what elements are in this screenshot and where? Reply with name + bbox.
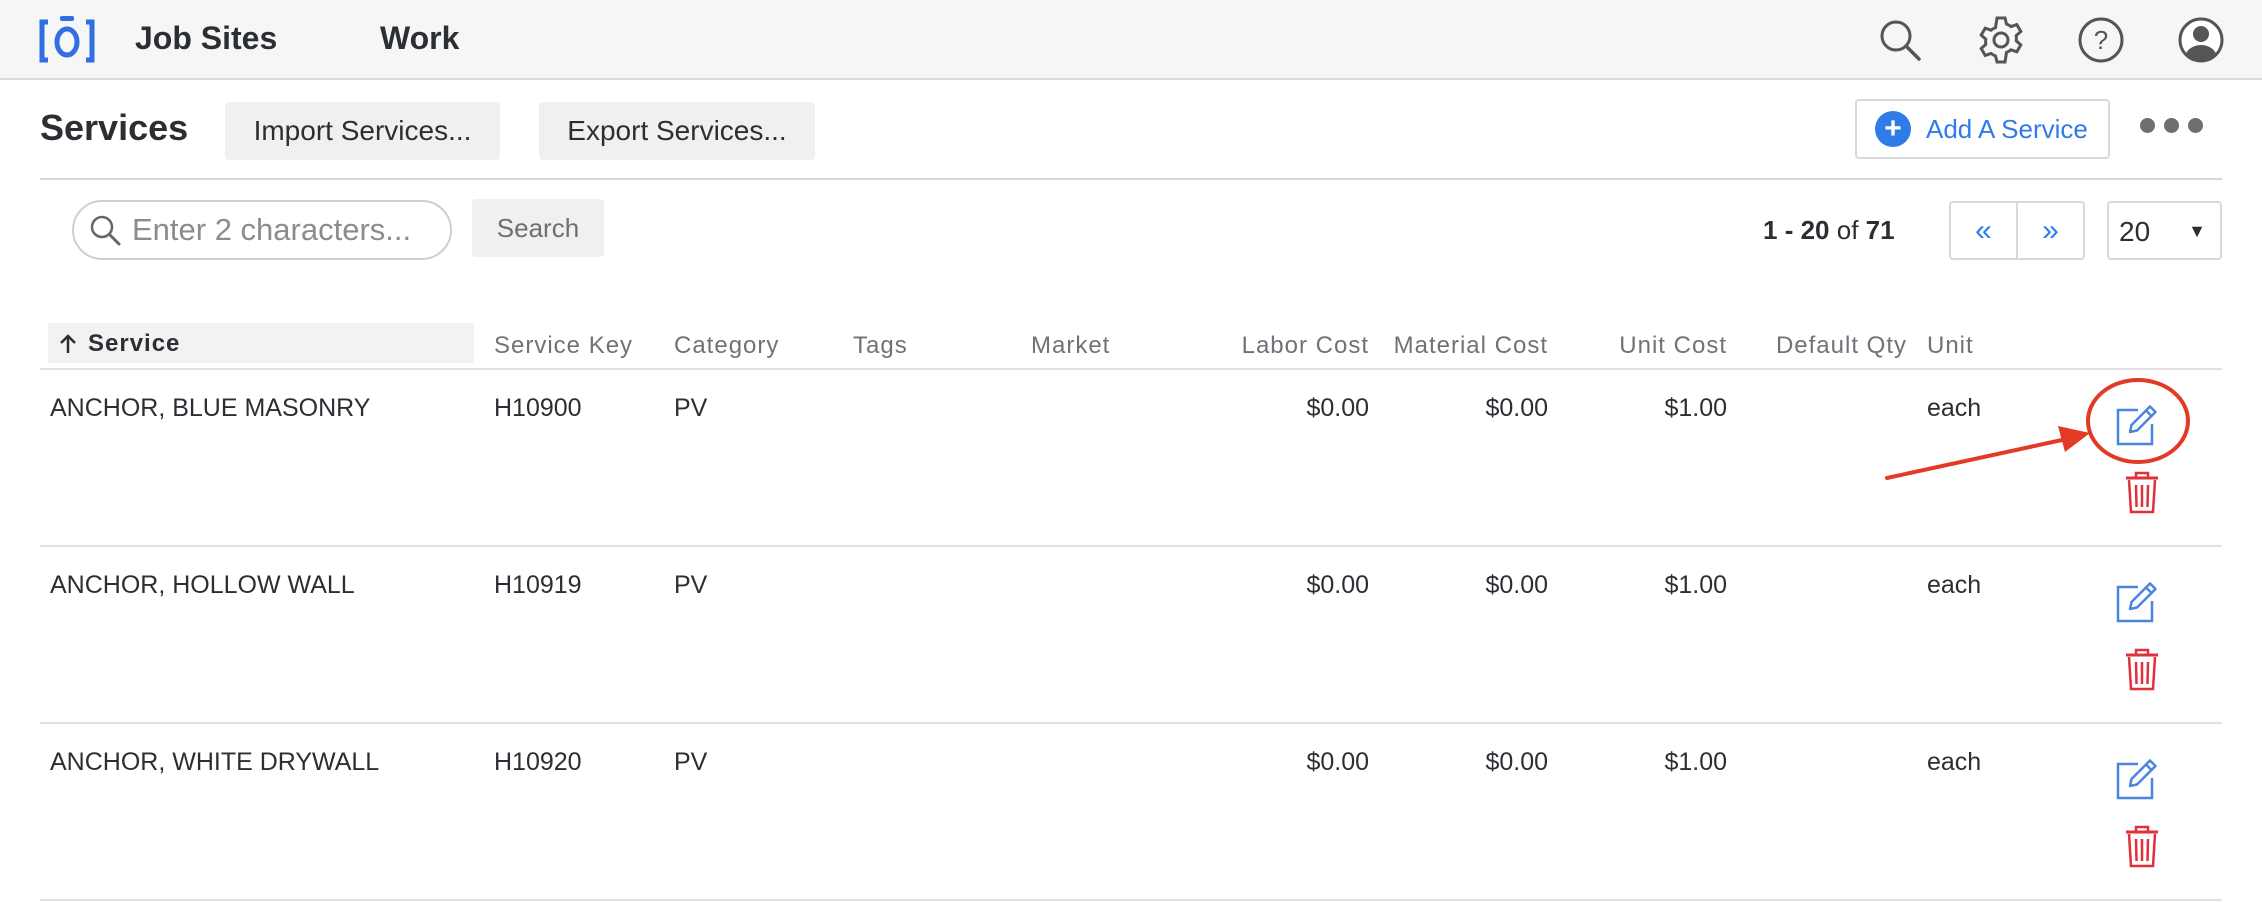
trash-icon[interactable] (2124, 824, 2160, 868)
column-header-unit[interactable]: Unit (1927, 332, 1974, 360)
cell-service-key: H10920 (494, 748, 582, 776)
trash-icon[interactable] (2124, 470, 2160, 514)
cell-unit: each (1927, 571, 1982, 599)
nav-link-work[interactable]: Work (380, 20, 459, 57)
cell-category: PV (674, 571, 708, 599)
cell-unit-cost: $1.00 (1664, 571, 1727, 599)
cell-category: PV (674, 394, 708, 422)
cell-material-cost: $0.00 (1485, 748, 1548, 776)
per-page-value: 20 (2119, 216, 2151, 247)
divider (40, 178, 2222, 180)
cell-unit-cost: $1.00 (1664, 748, 1727, 776)
table-row: ANCHOR, HOLLOW WALL H10919 PV $0.00 $0.0… (0, 547, 2262, 724)
search-field[interactable] (72, 200, 452, 260)
cell-material-cost: $0.00 (1485, 571, 1548, 599)
search-icon (90, 215, 121, 246)
cell-labor-cost: $0.00 (1306, 748, 1369, 776)
brand-logo-icon[interactable] (38, 14, 96, 64)
dot (2140, 118, 2155, 133)
cell-category: PV (674, 748, 708, 776)
edit-icon[interactable] (2114, 581, 2158, 625)
cell-labor-cost: $0.00 (1306, 571, 1369, 599)
nav-link-job-sites[interactable]: Job Sites (135, 20, 277, 57)
cell-service-key: H10919 (494, 571, 582, 599)
cell-service: ANCHOR, HOLLOW WALL (50, 571, 355, 599)
add-service-label: Add A Service (1926, 113, 2088, 144)
cell-service: ANCHOR, WHITE DRYWALL (50, 748, 380, 776)
edit-icon[interactable] (2114, 758, 2158, 802)
cell-material-cost: $0.00 (1485, 394, 1548, 422)
range-start: 1 (1763, 215, 1778, 245)
column-header-default-qty[interactable]: Default Qty (1776, 332, 1907, 360)
per-page-select[interactable]: 20 ▼ (2107, 201, 2222, 260)
cell-unit: each (1927, 748, 1982, 776)
help-icon[interactable]: ? (2075, 14, 2127, 66)
cell-service-key: H10900 (494, 394, 582, 422)
cell-labor-cost: $0.00 (1306, 394, 1369, 422)
dot (2188, 118, 2203, 133)
table-row: ANCHOR, WHITE DRYWALL H10920 PV $0.00 $0… (0, 724, 2262, 901)
range-of-label: of (1836, 215, 1859, 245)
import-services-button[interactable]: Import Services... (225, 102, 500, 160)
search-button[interactable]: Search (472, 199, 604, 257)
pagination-range: 1 - 20 of 71 (1763, 215, 1895, 245)
range-total: 71 (1865, 215, 1895, 245)
cell-unit-cost: $1.00 (1664, 394, 1727, 422)
plus-circle-icon: + (1875, 111, 1911, 147)
column-header-market[interactable]: Market (1031, 332, 1110, 360)
next-page-button[interactable]: » (2016, 201, 2085, 260)
column-header-service-label: Service (88, 330, 181, 357)
add-service-button[interactable]: + Add A Service (1855, 99, 2110, 159)
cell-unit: each (1927, 394, 1982, 422)
range-end: 20 (1800, 215, 1830, 245)
column-header-service-key[interactable]: Service Key (494, 332, 633, 360)
top-navigation-bar: Job Sites Work ? (0, 0, 2262, 80)
trash-icon[interactable] (2124, 647, 2160, 691)
gear-icon[interactable] (1975, 14, 2027, 66)
sort-up-arrow-icon (60, 334, 76, 353)
search-input[interactable] (132, 212, 432, 248)
svg-text:?: ? (2094, 25, 2108, 55)
dot (2164, 118, 2179, 133)
page-title: Services (40, 107, 189, 148)
user-avatar-icon[interactable] (2175, 14, 2227, 66)
previous-page-button[interactable]: « (1949, 201, 2018, 260)
edit-icon[interactable] (2114, 404, 2158, 448)
search-icon[interactable] (1874, 14, 1926, 66)
table-row: ANCHOR, BLUE MASONRY H10900 PV $0.00 $0.… (0, 370, 2262, 547)
column-header-unit-cost[interactable]: Unit Cost (1619, 332, 1727, 360)
column-header-labor-cost[interactable]: Labor Cost (1242, 332, 1369, 360)
column-header-service[interactable]: Service (58, 330, 180, 358)
column-header-tags[interactable]: Tags (853, 332, 908, 360)
column-header-material-cost[interactable]: Material Cost (1394, 332, 1548, 360)
export-services-button[interactable]: Export Services... (539, 102, 815, 160)
column-header-category[interactable]: Category (674, 332, 779, 360)
chevron-down-icon: ▼ (2188, 221, 2206, 241)
row-divider (40, 899, 2222, 901)
more-options-icon[interactable] (2140, 118, 2203, 133)
cell-service: ANCHOR, BLUE MASONRY (50, 394, 371, 422)
